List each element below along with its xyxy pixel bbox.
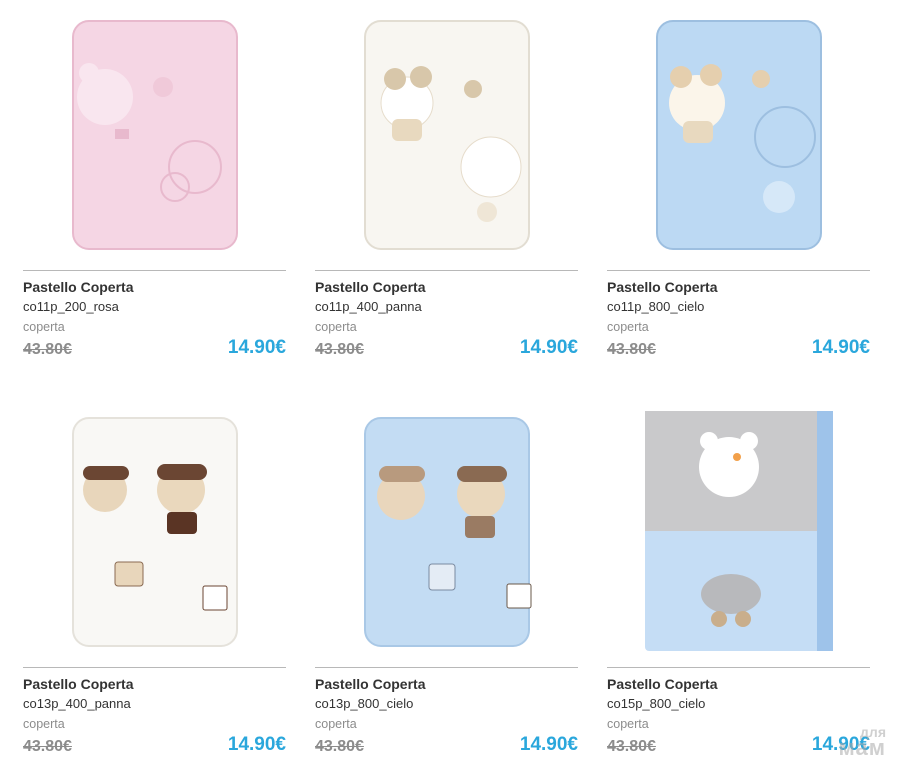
sale-price: 14.90€ [811, 337, 870, 358]
price-row: 43.80€ 14.90€ [607, 337, 870, 359]
product-sku: co11p_400_panna [315, 299, 422, 314]
blue-bear-blanket-icon [655, 20, 822, 250]
product-card[interactable]: Pastello Coperta co11p_200_rosa coperta … [23, 12, 286, 359]
product-category: coperta [607, 320, 649, 334]
product-card[interactable]: Pastello Coperta co13p_800_cielo coperta… [315, 409, 578, 756]
divider [315, 270, 578, 271]
old-price: 43.80€ [23, 738, 72, 755]
product-image[interactable] [607, 12, 870, 258]
product-category: coperta [23, 717, 65, 731]
product-brand[interactable]: Pastello Coperta [23, 676, 286, 692]
watermark: для мам [838, 724, 887, 760]
divider [315, 667, 578, 668]
product-image[interactable] [607, 409, 870, 655]
product-card[interactable]: Pastello Coperta co11p_400_panna coperta… [315, 12, 578, 359]
product-image[interactable] [23, 12, 286, 258]
product-card[interactable]: Pastello Coperta co15p_800_cielo coperta… [607, 409, 870, 756]
grey-blue-elephant-blanket-icon [644, 411, 833, 651]
product-brand[interactable]: Pastello Coperta [23, 279, 286, 295]
watermark-line-2: мам [838, 735, 886, 760]
sale-price: 14.90€ [519, 337, 578, 358]
divider [23, 270, 286, 271]
divider [607, 270, 870, 271]
price-row: 43.80€ 14.90€ [315, 734, 578, 756]
product-sku: co11p_200_rosa [23, 299, 119, 314]
price-row: 43.80€ 14.90€ [23, 734, 286, 756]
old-price: 43.80€ [607, 341, 656, 358]
product-category: coperta [315, 320, 357, 334]
old-price: 43.80€ [607, 738, 656, 755]
divider [607, 667, 870, 668]
product-category: coperta [23, 320, 65, 334]
product-card[interactable]: Pastello Coperta co13p_400_panna coperta… [23, 409, 286, 756]
product-image[interactable] [23, 409, 286, 655]
product-sku: co13p_400_panna [23, 696, 131, 711]
product-brand[interactable]: Pastello Coperta [607, 279, 870, 295]
product-brand[interactable]: Pastello Coperta [607, 676, 870, 692]
product-sku: co13p_800_cielo [315, 696, 414, 711]
price-row: 43.80€ 14.90€ [607, 734, 870, 756]
product-category: coperta [607, 717, 649, 731]
cream-bear-blanket-icon [363, 20, 530, 250]
cream-friends-blanket-icon [71, 417, 238, 647]
old-price: 43.80€ [315, 341, 364, 358]
product-sku: co15p_800_cielo [607, 696, 706, 711]
product-category: coperta [315, 717, 357, 731]
product-image[interactable] [315, 12, 578, 258]
product-image[interactable] [315, 409, 578, 655]
pink-bear-blanket-icon [71, 20, 238, 250]
product-brand[interactable]: Pastello Coperta [315, 676, 578, 692]
old-price: 43.80€ [315, 738, 364, 755]
blue-friends-blanket-icon [363, 417, 531, 647]
product-card[interactable]: Pastello Coperta co11p_800_cielo coperta… [607, 12, 870, 359]
old-price: 43.80€ [23, 341, 72, 358]
sale-price: 14.90€ [227, 734, 286, 755]
sale-price: 14.90€ [227, 337, 286, 358]
product-grid: Pastello Coperta co11p_200_rosa coperta … [23, 12, 871, 756]
price-row: 43.80€ 14.90€ [23, 337, 286, 359]
product-brand[interactable]: Pastello Coperta [315, 279, 578, 295]
product-sku: co11p_800_cielo [607, 299, 705, 314]
price-row: 43.80€ 14.90€ [315, 337, 578, 359]
sale-price: 14.90€ [519, 734, 578, 755]
divider [23, 667, 286, 668]
